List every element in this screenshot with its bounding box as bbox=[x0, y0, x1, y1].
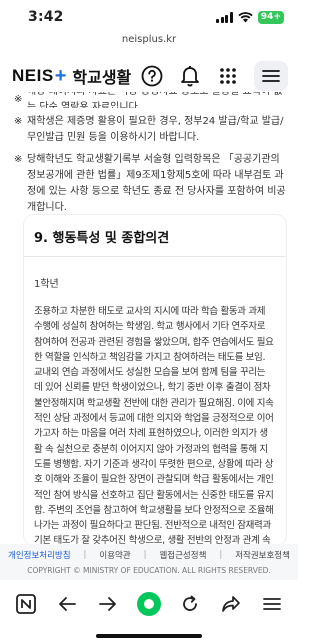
url-bar[interactable]: neisplus.kr bbox=[0, 34, 298, 52]
status-bar: 3:42 94+ bbox=[0, 0, 298, 34]
copyright-policy-link[interactable]: 저작권보호정책 bbox=[235, 549, 290, 561]
forward-arrow-icon[interactable] bbox=[94, 590, 122, 618]
back-arrow-icon[interactable] bbox=[53, 590, 81, 618]
browser-toolbar bbox=[0, 584, 298, 624]
page-title: 학교생활 bbox=[72, 70, 132, 87]
notice-mark: ※ bbox=[14, 94, 23, 105]
header-actions bbox=[140, 61, 288, 91]
copyright-text: COPYRIGHT © MINISTRY OF EDUCATION. ALL R… bbox=[0, 566, 298, 580]
refresh-icon[interactable] bbox=[176, 590, 204, 618]
separator: | bbox=[219, 550, 223, 560]
notice-mark: ※ bbox=[14, 154, 23, 165]
section-body: 1학년 조용하고 차분한 태도로 교사의 지시에 따라 학습 활동과 과제 수행… bbox=[24, 255, 286, 545]
notice-text: 당해학년도 학교생활기록부 서술형 입력항목은 「공공기관의 정보공개에 관한 … bbox=[27, 154, 286, 213]
home-indicator[interactable] bbox=[96, 634, 202, 638]
naver-green-dot-icon[interactable] bbox=[135, 590, 163, 618]
opinion-text: 조용하고 차분한 태도로 교사의 지시에 따라 학습 활동과 과제 수행에 성실… bbox=[34, 306, 274, 545]
logo-text: NEIS bbox=[12, 66, 54, 85]
status-time: 3:42 bbox=[28, 9, 64, 25]
browser-menu-icon[interactable] bbox=[258, 590, 286, 618]
notice-list: ※ 해당 페이지의 자료는 각종 증빙자료 용도로 활용될 효력이 없는 단순 … bbox=[14, 92, 290, 222]
footer-links: 개인정보처리방침 | 이용약관 | 웹접근성정책 | 저작권보호정책 bbox=[0, 544, 298, 566]
behavior-opinion-card: 9. 행동특성 및 종합의견 1학년 조용하고 차분한 태도로 교사의 지시에 … bbox=[24, 215, 286, 545]
grid-icon[interactable] bbox=[216, 64, 240, 88]
notice-text: 재학생은 제증명 활용이 필요한 경우, 정부24 발급/학교 발급/무인발급 … bbox=[27, 116, 284, 143]
share-icon[interactable] bbox=[217, 590, 245, 618]
logo-plus: + bbox=[54, 64, 67, 87]
app-header: NEIS + 학교생활 bbox=[0, 56, 298, 96]
accessibility-policy-link[interactable]: 웹접근성정책 bbox=[159, 549, 206, 561]
divider bbox=[24, 256, 286, 257]
hamburger-menu-icon[interactable] bbox=[254, 61, 288, 91]
notice-item: ※ 재학생은 제증명 활용이 필요한 경우, 정부24 발급/학교 발급/무인발… bbox=[14, 114, 290, 146]
naver-logo-icon[interactable] bbox=[12, 590, 40, 618]
section-title: 9. 행동특성 및 종합의견 bbox=[34, 231, 170, 246]
notice-mark: ※ bbox=[14, 116, 23, 127]
battery-indicator: 94+ bbox=[257, 10, 284, 24]
separator: | bbox=[143, 550, 147, 560]
wifi-icon bbox=[238, 11, 253, 22]
bell-icon[interactable] bbox=[178, 64, 202, 88]
cellular-signal-icon bbox=[216, 11, 233, 23]
notice-item: ※ 당해학년도 학교생활기록부 서술형 입력항목은 「공공기관의 정보공개에 관… bbox=[14, 152, 290, 216]
status-icons: 94+ bbox=[216, 10, 284, 24]
notice-item: ※ 해당 페이지의 자료는 각종 증빙자료 용도로 활용될 효력이 없는 단순 … bbox=[14, 92, 290, 108]
separator: | bbox=[83, 550, 87, 560]
privacy-policy-link[interactable]: 개인정보처리방침 bbox=[8, 549, 71, 561]
neis-logo[interactable]: NEIS + 학교생활 bbox=[12, 64, 131, 88]
help-circle-icon[interactable] bbox=[140, 64, 164, 88]
notice-text: 해당 페이지의 자료는 각종 증빙자료 용도로 활용될 효력이 없는 단순 열람… bbox=[27, 92, 282, 108]
grade-label: 1학년 bbox=[34, 279, 59, 290]
terms-link[interactable]: 이용약관 bbox=[99, 549, 130, 561]
